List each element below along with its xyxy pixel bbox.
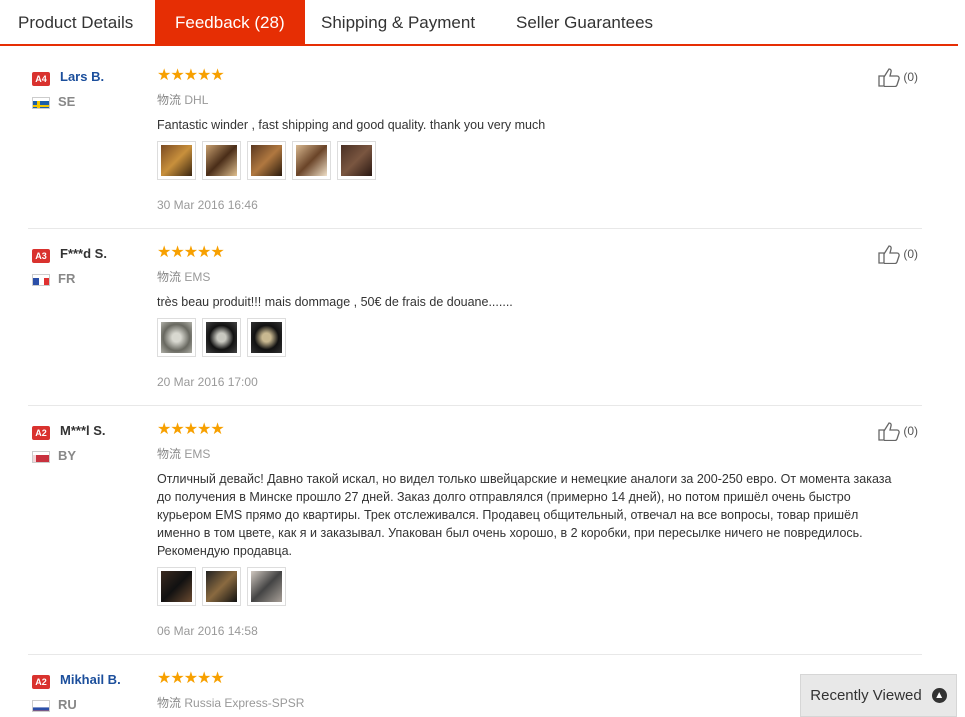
review-photo-thumb[interactable] [247, 567, 286, 606]
tab-seller-guarantees[interactable]: Seller Guarantees [516, 0, 653, 44]
shipping-method: 物流 Russia Express-SPSR [157, 696, 305, 710]
review-photos [157, 141, 376, 180]
review-item: A2 M***l S. BY ★★★★★ 物流 EMS Отличный дев… [28, 409, 922, 655]
recently-viewed-label: Recently Viewed [810, 687, 922, 704]
reviewer-name: M***l S. [60, 423, 106, 438]
country-code: SE [58, 94, 76, 109]
tab-shipping-payment[interactable]: Shipping & Payment [321, 0, 475, 44]
reviewer-name[interactable]: Lars B. [60, 69, 104, 84]
review-item: A2 Mikhail B. RU ★★★★★ 物流 Russia Express… [28, 658, 922, 717]
review-photo-thumb[interactable] [337, 141, 376, 180]
tab-bar: Product Details Feedback (28) Shipping &… [0, 0, 958, 46]
thumbs-up-icon [878, 422, 901, 441]
thumbs-up-icon [878, 245, 901, 264]
country-code: BY [58, 448, 77, 463]
helpful-button[interactable]: (0) [877, 421, 918, 441]
review-photo-thumb[interactable] [292, 141, 331, 180]
reviewer-name: F***d S. [60, 246, 107, 261]
review-photo-thumb[interactable] [202, 318, 241, 357]
review-date: 30 Mar 2016 16:46 [157, 198, 258, 212]
flag-se-icon [32, 97, 50, 109]
star-rating: ★★★★★ [157, 670, 225, 687]
review-photos [157, 318, 286, 357]
flag-by-icon [32, 451, 50, 463]
review-photos [157, 567, 286, 606]
helpful-count: (0) [903, 70, 918, 84]
review-photo-thumb[interactable] [157, 567, 196, 606]
helpful-count: (0) [903, 247, 918, 261]
thumbs-up-icon [878, 68, 901, 87]
review-date: 06 Mar 2016 14:58 [157, 624, 258, 638]
star-rating: ★★★★★ [157, 421, 225, 438]
flag-ru-icon [32, 700, 50, 712]
star-rating: ★★★★★ [157, 67, 225, 84]
buyer-level-badge: A3 [32, 249, 50, 263]
review-photo-thumb[interactable] [202, 141, 241, 180]
reviewer-name[interactable]: Mikhail B. [60, 672, 121, 687]
review-photo-thumb[interactable] [247, 141, 286, 180]
buyer-level-badge: A2 [32, 675, 50, 689]
shipping-method: 物流 EMS [157, 270, 211, 284]
review-photo-thumb[interactable] [157, 141, 196, 180]
review-date: 20 Mar 2016 17:00 [157, 375, 258, 389]
chevron-up-icon: ▲ [931, 688, 947, 703]
flag-fr-icon [32, 274, 50, 286]
review-photo-thumb[interactable] [202, 567, 241, 606]
review-photo-thumb[interactable] [157, 318, 196, 357]
buyer-level-badge: A4 [32, 72, 50, 86]
tab-product-details[interactable]: Product Details [18, 0, 133, 44]
buyer-level-badge: A2 [32, 426, 50, 440]
review-text: Отличный девайс! Давно такой искал, но в… [157, 472, 892, 558]
helpful-count: (0) [903, 424, 918, 438]
review-photo-thumb[interactable] [247, 318, 286, 357]
helpful-button[interactable]: (0) [877, 244, 918, 264]
helpful-button[interactable]: (0) [877, 67, 918, 87]
review-text: très beau produit!!! mais dommage , 50€ … [157, 295, 513, 309]
tab-feedback[interactable]: Feedback (28) [155, 0, 305, 46]
country-code: FR [58, 271, 76, 286]
recently-viewed-button[interactable]: Recently Viewed ▲ [800, 674, 957, 717]
review-item: A4 Lars B. SE ★★★★★ 物流 DHL Fantastic win… [28, 55, 922, 229]
shipping-method: 物流 DHL [157, 93, 209, 107]
review-text: Fantastic winder , fast shipping and goo… [157, 118, 546, 132]
shipping-method: 物流 EMS [157, 447, 211, 461]
review-item: A3 F***d S. FR ★★★★★ 物流 EMS très beau pr… [28, 232, 922, 406]
star-rating: ★★★★★ [157, 244, 225, 261]
country-code: RU [58, 697, 77, 712]
